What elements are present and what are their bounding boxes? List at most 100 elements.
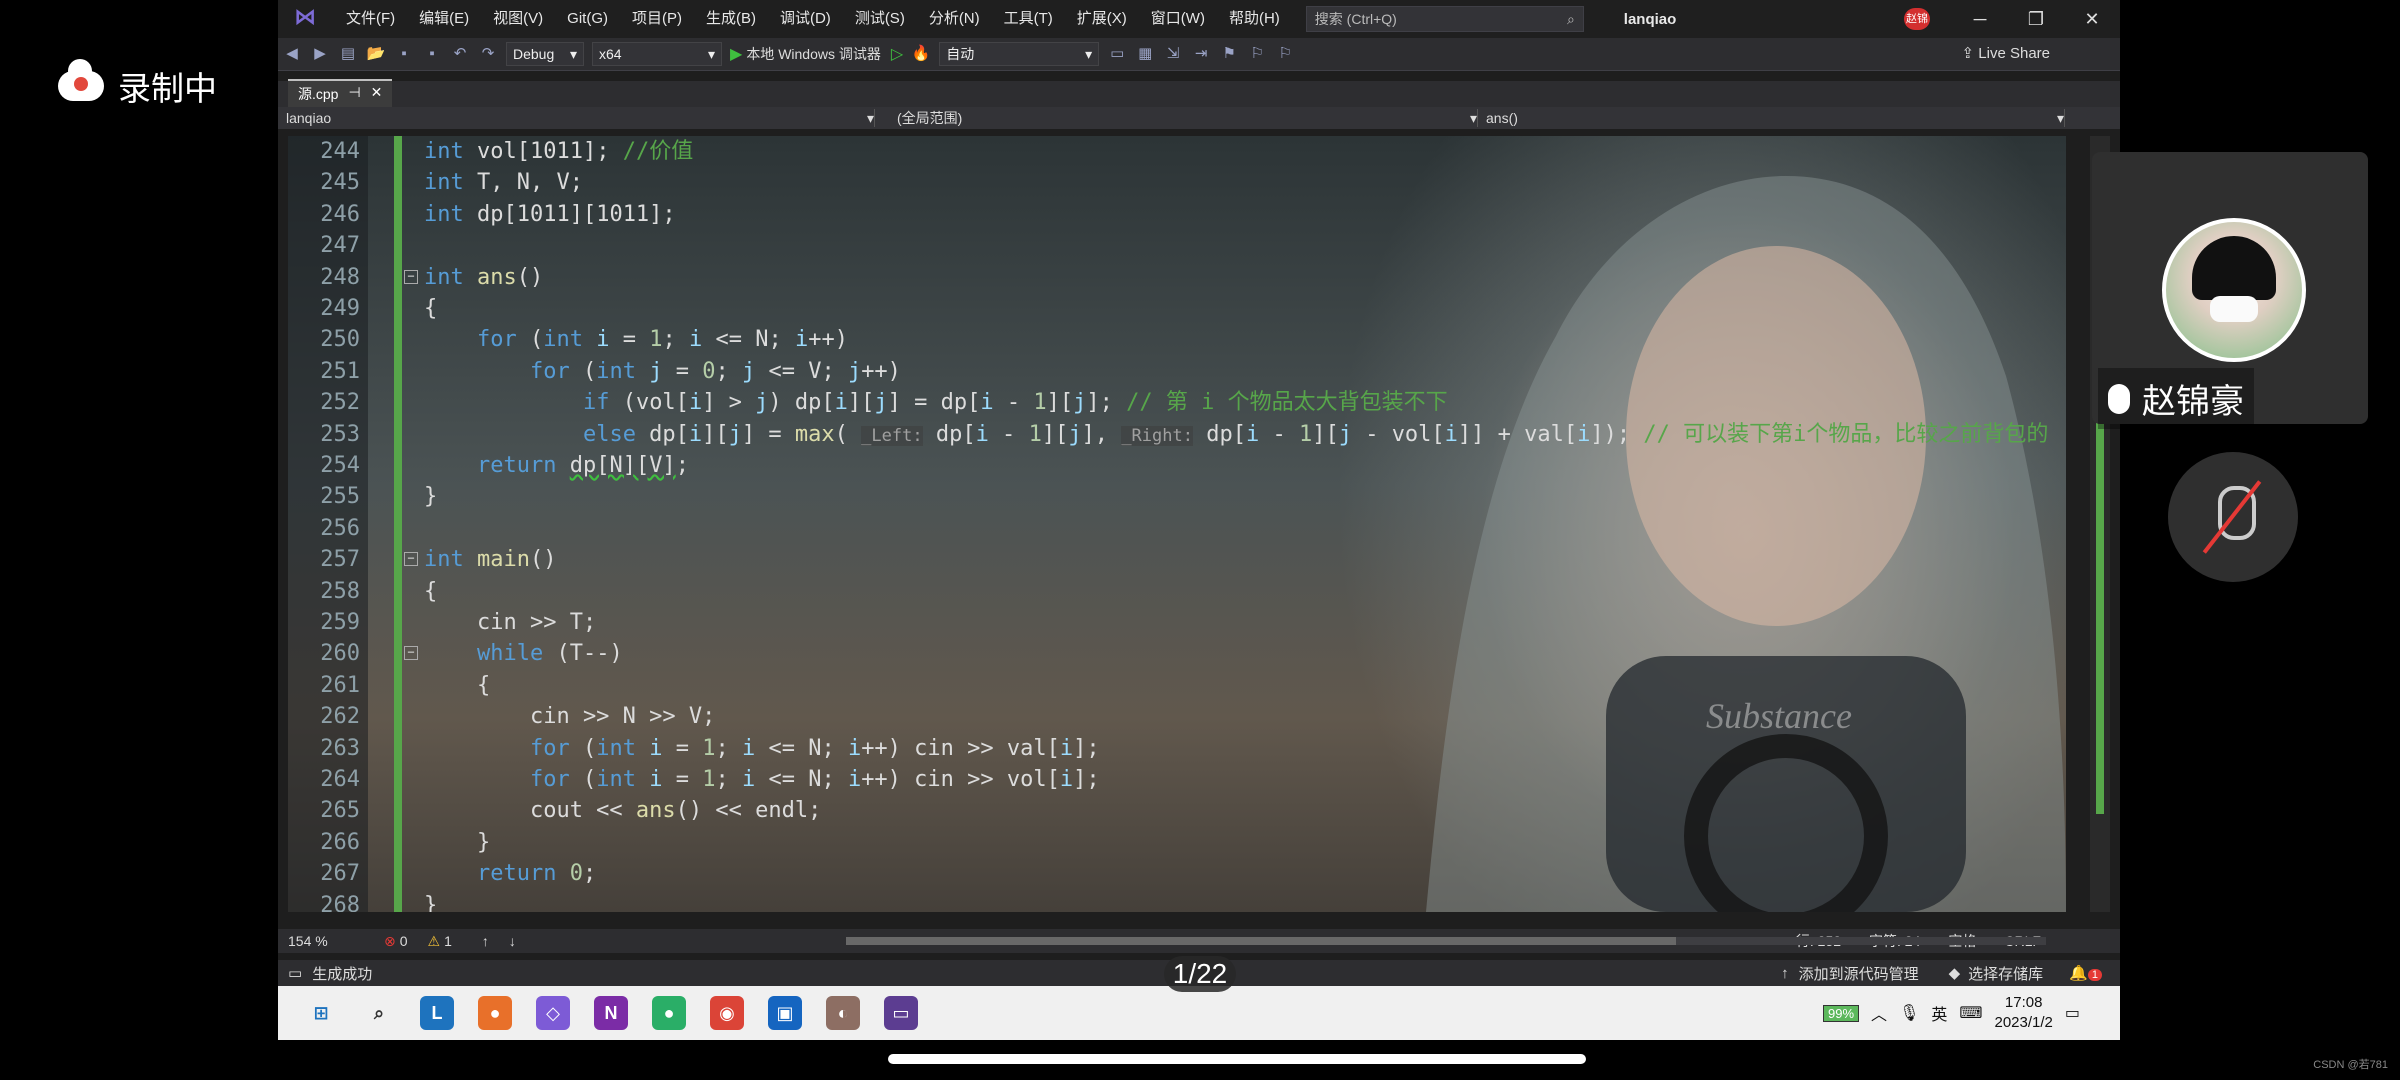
minimize-icon[interactable]: ─ [1952, 0, 2008, 38]
notification-icon[interactable]: 🔔 1 [2069, 964, 2102, 982]
mute-button[interactable] [2168, 452, 2298, 582]
fold-toggle-icon[interactable]: − [404, 646, 418, 661]
code-text[interactable]: int vol[1011]; //价值 [424, 136, 693, 167]
code-text[interactable]: { [424, 293, 437, 324]
code-text[interactable]: while (T--) [424, 638, 623, 669]
search-box[interactable]: 搜索 (Ctrl+Q) ⌕ [1305, 6, 1584, 32]
hot-reload-icon[interactable]: 🔥 [910, 43, 932, 65]
firefox-icon[interactable]: ● [478, 996, 512, 1030]
ime-indicator[interactable]: 英 [1931, 1001, 1947, 1025]
back-icon[interactable]: ◀ [281, 43, 303, 65]
photos-icon[interactable]: ▣ [768, 996, 802, 1030]
code-text[interactable]: } [424, 890, 437, 912]
undo-icon[interactable]: ↶ [449, 43, 471, 65]
layout-icon[interactable]: ▦ [1134, 43, 1156, 65]
menu-item[interactable]: 视图(V) [481, 0, 555, 38]
code-text[interactable]: int T, N, V; [424, 167, 583, 198]
code-text[interactable]: if (vol[i] > j) dp[i][j] = dp[i - 1][j];… [424, 387, 1448, 418]
fold-toggle-icon[interactable]: − [404, 269, 418, 284]
code-text[interactable]: int dp[1011][1011]; [424, 199, 676, 230]
tab-source-cpp[interactable]: 源.cpp ⊣ ✕ [288, 79, 393, 107]
debugger-label[interactable]: 本地 Windows 调试器 [746, 44, 881, 64]
code-text[interactable]: else dp[i][j] = max( _Left: dp[i - 1][j]… [424, 419, 2048, 452]
menu-item[interactable]: 工具(T) [992, 0, 1065, 38]
bookmark-prev-icon[interactable]: ⚐ [1246, 43, 1268, 65]
code-text[interactable]: { [424, 670, 490, 701]
code-text[interactable]: for (int j = 0; j <= V; j++) [424, 356, 901, 387]
menu-item[interactable]: 文件(F) [334, 0, 407, 38]
down-arrow-icon[interactable]: ↓ [509, 933, 516, 949]
bookmark-icon[interactable]: ⚑ [1218, 43, 1240, 65]
code-editor[interactable]: Substance 244 int vol[1011]; //价值 245 int T… [288, 136, 2066, 912]
battery-indicator[interactable]: 99% [1823, 1004, 1860, 1022]
indent-icon[interactable]: ⇥ [1190, 43, 1212, 65]
code-text[interactable]: for (int i = 1; i <= N; i++) [424, 324, 848, 355]
chrome-icon[interactable]: ◉ [710, 996, 744, 1030]
code-text[interactable]: for (int i = 1; i <= N; i++) cin >> vol[… [424, 764, 1100, 795]
wechat-icon[interactable]: ● [652, 996, 686, 1030]
code-text[interactable]: int ans() [424, 262, 543, 293]
auto-dropdown[interactable]: 自动 ▾ [939, 42, 1100, 66]
pin-icon[interactable]: ⊣ [348, 84, 360, 104]
start-without-debug-icon[interactable]: ▷ [891, 44, 903, 64]
menu-item[interactable]: 扩展(X) [1065, 0, 1139, 38]
select-repository[interactable]: 选择存储库 [1968, 963, 2043, 984]
keyboard-icon[interactable]: ⌨ [1959, 1003, 1982, 1023]
code-text[interactable]: { [424, 576, 437, 607]
live-share-button[interactable]: ⇪ Live Share [1962, 44, 2050, 62]
error-count[interactable]: 0 [400, 933, 408, 949]
redo-icon[interactable]: ↷ [477, 43, 499, 65]
project-dropdown[interactable]: lanqiao ▾ [278, 109, 875, 127]
add-to-source-control[interactable]: 添加到源代码管理 [1799, 963, 1919, 984]
menu-item[interactable]: 项目(P) [620, 0, 694, 38]
code-text[interactable]: return 0; [424, 858, 596, 889]
code-text[interactable]: return dp[N][V]; [424, 450, 689, 481]
menu-item[interactable]: 测试(S) [843, 0, 917, 38]
config-dropdown[interactable]: Debug ▾ [506, 42, 584, 66]
step-icon[interactable]: ⇲ [1162, 43, 1184, 65]
menu-item[interactable]: 编辑(E) [407, 0, 481, 38]
fold-toggle-icon[interactable]: − [404, 552, 418, 567]
code-text[interactable]: cout << ans() << endl; [424, 795, 821, 826]
onenote-icon[interactable]: N [594, 996, 628, 1030]
start-debug-icon[interactable]: ▶ [730, 44, 742, 64]
new-project-icon[interactable]: ▤ [337, 43, 359, 65]
menu-item[interactable]: 分析(N) [917, 0, 992, 38]
up-arrow-icon[interactable]: ↑ [482, 933, 489, 949]
home-indicator-bar[interactable] [888, 1054, 1586, 1064]
restore-icon[interactable]: ❐ [2008, 0, 2064, 38]
close-icon[interactable]: ✕ [2064, 0, 2120, 38]
code-text[interactable]: } [424, 481, 437, 512]
menu-item[interactable]: 帮助(H) [1217, 0, 1292, 38]
menu-item[interactable]: Git(G) [555, 0, 620, 38]
user-avatar[interactable]: 赵锦 [1904, 8, 1930, 30]
chevron-up-icon[interactable]: ︿ [1871, 1001, 1887, 1025]
warning-count[interactable]: 1 [444, 933, 452, 949]
clock[interactable]: 17:08 2023/1/2 [1994, 993, 2052, 1033]
terminal-icon[interactable]: ▭ [884, 996, 918, 1030]
visual-studio-icon[interactable]: ◇ [536, 996, 570, 1030]
menu-item[interactable]: 调试(D) [768, 0, 843, 38]
platform-dropdown[interactable]: x64 ▾ [592, 42, 722, 66]
tab-close-icon[interactable]: ✕ [371, 84, 383, 104]
video-app-icon[interactable]: ◐ [826, 996, 860, 1030]
code-text[interactable]: cin >> T; [424, 607, 596, 638]
zoom-level[interactable]: 154 % [288, 933, 348, 949]
search-icon[interactable]: ⌕ [362, 996, 396, 1030]
bookmark-next-icon[interactable]: ⚐ [1274, 43, 1296, 65]
member-dropdown[interactable]: ans() ▾ [1478, 109, 2065, 127]
microphone-icon[interactable]: 🎙 [1899, 1003, 1919, 1023]
folder-icon[interactable]: ▭ [1106, 43, 1128, 65]
save-all-icon[interactable]: ▪ [421, 43, 443, 65]
horizontal-scrollbar[interactable] [516, 929, 2046, 953]
menu-item[interactable]: 生成(B) [694, 0, 768, 38]
save-icon[interactable]: ▪ [393, 43, 415, 65]
code-text[interactable]: cin >> N >> V; [424, 701, 715, 732]
code-text[interactable]: int main() [424, 544, 556, 575]
forward-icon[interactable]: ▶ [309, 43, 331, 65]
menu-item[interactable]: 窗口(W) [1139, 0, 1217, 38]
code-text[interactable]: for (int i = 1; i <= N; i++) cin >> val[… [424, 733, 1100, 764]
scope-dropdown[interactable]: (全局范围) ▾ [875, 109, 1478, 127]
app-l-icon[interactable]: L [420, 996, 454, 1030]
code-text[interactable]: } [424, 827, 490, 858]
